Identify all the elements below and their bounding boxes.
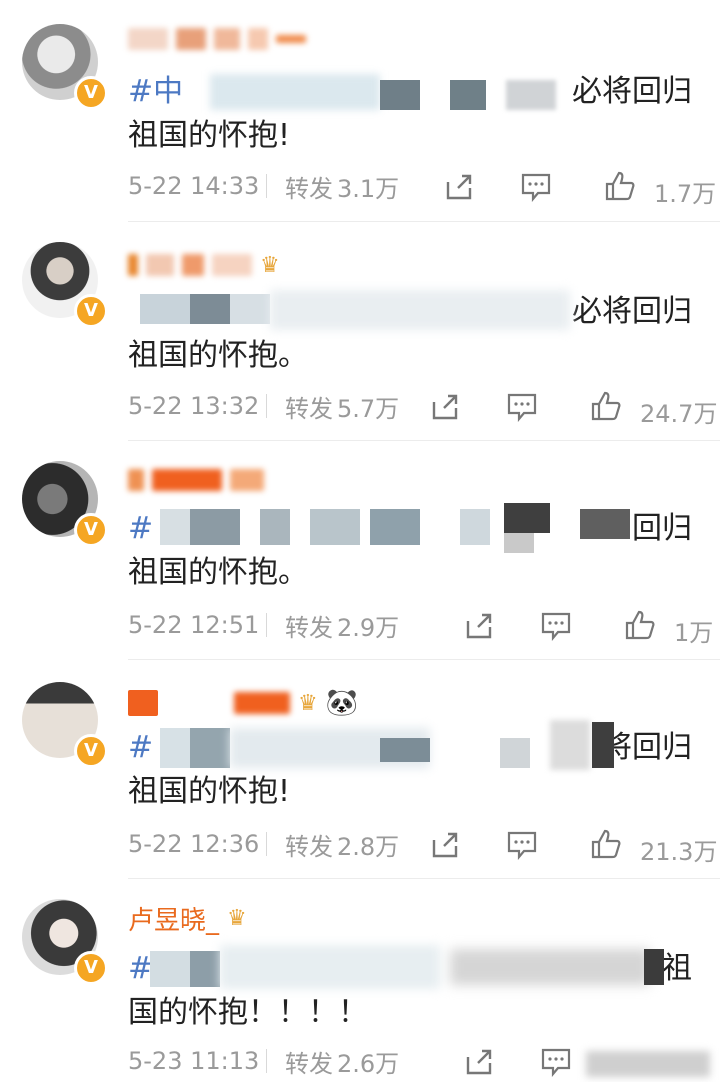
share-icon[interactable] <box>444 172 474 202</box>
post-time: 5-22 13:32 <box>128 392 260 420</box>
username[interactable] <box>128 463 264 497</box>
username[interactable]: ♛ 🐼 <box>128 686 358 720</box>
repost-label[interactable]: 转发 <box>285 389 333 424</box>
like-count: 21.3万 <box>640 838 718 866</box>
content-line: 祖国的怀抱。 <box>128 555 308 590</box>
content-tail: 祖 <box>662 951 692 986</box>
like-count: 24.7万 <box>640 400 718 428</box>
content-line: 国的怀抱！！！！ <box>128 995 368 1030</box>
content-line: 祖国的怀抱。 <box>128 338 308 373</box>
repost-count[interactable]: 2.9万 <box>337 608 399 643</box>
share-icon[interactable] <box>430 830 460 860</box>
topic-prefix[interactable]: # <box>128 730 153 765</box>
post-time: 5-23 11:13 <box>128 1047 260 1075</box>
share-icon[interactable] <box>464 611 494 641</box>
crown-icon: ♛ <box>260 252 280 278</box>
verified-badge-icon: V <box>74 513 108 547</box>
topic-prefix[interactable]: # <box>128 951 153 986</box>
post-3: V # 回归 祖国的怀抱。 5-22 12:51 转发 2.9万 1万 <box>0 441 720 659</box>
avatar[interactable]: V <box>22 461 108 547</box>
repost-count[interactable]: 2.6万 <box>337 1044 399 1079</box>
username[interactable]: ♛ <box>128 248 280 282</box>
post-content: 必将回归 祖国的怀抱。 <box>128 290 692 378</box>
repost-label[interactable]: 转发 <box>285 169 333 204</box>
post-time: 5-22 12:51 <box>128 611 260 639</box>
repost-count[interactable]: 2.8万 <box>337 827 399 862</box>
repost-label[interactable]: 转发 <box>285 1044 333 1079</box>
avatar[interactable]: V <box>22 682 108 768</box>
share-icon[interactable] <box>430 392 460 422</box>
post-meta: 5-23 11:13 转发 2.6万 <box>128 1041 710 1081</box>
post-time: 5-22 12:36 <box>128 830 260 858</box>
comment-icon[interactable] <box>506 392 538 422</box>
post-content: # 回归 祖国的怀抱。 <box>128 507 692 595</box>
crown-icon: ♛ <box>227 905 247 931</box>
comment-icon[interactable] <box>540 1047 572 1077</box>
post-content: # 祖 国的怀抱！！！！ <box>128 947 692 1035</box>
like-count: 1万 <box>674 619 714 647</box>
crown-icon: ♛ <box>298 690 318 716</box>
content-line: 祖国的怀抱! <box>128 118 291 153</box>
post-meta: 5-22 12:51 转发 2.9万 <box>128 605 710 645</box>
post-time: 5-22 14:33 <box>128 172 260 200</box>
post-5: V 卢昱晓_ ♛ # 祖 国的怀抱！！！！ 5-23 11:13 转发 2.6万 <box>0 879 720 1082</box>
username[interactable] <box>128 22 306 56</box>
topic-prefix[interactable]: #中 <box>128 74 183 109</box>
comment-icon[interactable] <box>506 830 538 860</box>
content-tail: 必将回归 <box>572 74 692 109</box>
content-tail: 必将回归 <box>572 294 692 329</box>
post-4: V ♛ 🐼 # 将回归 祖国的怀抱! 5-22 12:36 转发 2.8万 21… <box>0 660 720 878</box>
avatar[interactable]: V <box>22 24 108 110</box>
content-line: 祖国的怀抱! <box>128 774 291 809</box>
username[interactable]: 卢昱晓_ ♛ <box>128 900 247 937</box>
repost-count[interactable]: 3.1万 <box>337 169 399 204</box>
like-icon[interactable] <box>590 390 622 422</box>
panda-icon: 🐼 <box>325 688 359 718</box>
topic-prefix[interactable]: # <box>128 511 153 546</box>
post-content: # 将回归 祖国的怀抱! <box>128 726 692 814</box>
verified-badge-icon: V <box>74 951 108 985</box>
comment-icon[interactable] <box>540 611 572 641</box>
repost-label[interactable]: 转发 <box>285 827 333 862</box>
repost-count[interactable]: 5.7万 <box>337 389 399 424</box>
like-icon[interactable] <box>590 828 622 860</box>
repost-label[interactable]: 转发 <box>285 608 333 643</box>
verified-badge-icon: V <box>74 76 108 110</box>
like-count: 1.7万 <box>654 180 717 208</box>
content-tail: 将回归 <box>602 730 692 765</box>
post-2: V ♛ 必将回归 祖国的怀抱。 5-22 13:32 转发 5.7万 24.7万 <box>0 222 720 440</box>
verified-badge-icon: V <box>74 294 108 328</box>
username-text[interactable]: 卢昱晓_ <box>128 900 219 937</box>
avatar[interactable]: V <box>22 242 108 328</box>
content-tail: 回归 <box>632 511 692 546</box>
share-icon[interactable] <box>464 1047 494 1077</box>
post-1: V #中 必将回归 祖国的怀抱! 5-22 14:33 转发 3.1万 1.7万 <box>0 0 720 220</box>
like-icon[interactable] <box>624 609 656 641</box>
avatar[interactable]: V <box>22 899 108 985</box>
post-content: #中 必将回归 祖国的怀抱! <box>128 70 692 158</box>
verified-badge-icon: V <box>74 734 108 768</box>
post-meta: 5-22 12:36 转发 2.8万 <box>128 824 710 864</box>
comment-icon[interactable] <box>520 172 552 202</box>
post-meta: 5-22 13:32 转发 5.7万 <box>128 386 710 426</box>
like-icon[interactable] <box>604 170 636 202</box>
